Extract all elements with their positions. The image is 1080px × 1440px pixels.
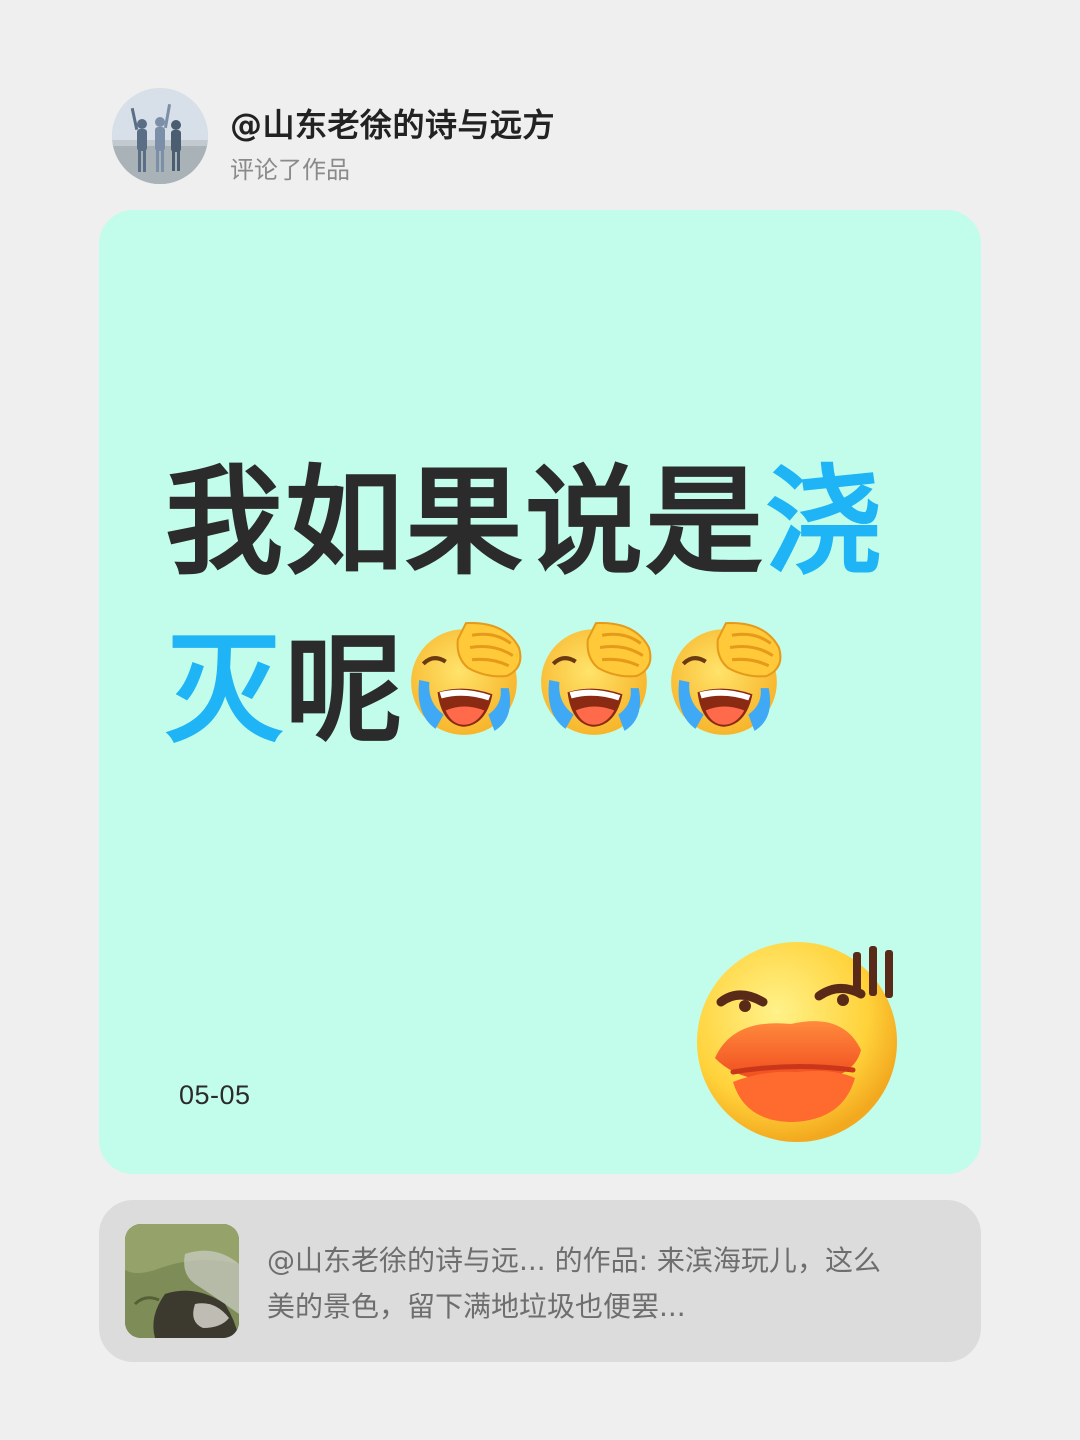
comment-highlight-word: 灭	[165, 621, 286, 759]
comment-text-part: 我如果说是	[165, 453, 766, 591]
grass-smoke-thumbnail-icon	[125, 1224, 239, 1338]
comment-text-part: 呢	[285, 621, 406, 759]
facepalm-laughing-crying-icon	[665, 617, 787, 739]
referenced-post-line-2: 美的景色，留下满地垃圾也便罢...	[267, 1290, 686, 1323]
avatar[interactable]	[112, 88, 208, 184]
comment-line-2: 灭呢	[165, 606, 925, 774]
comment-line-1: 我如果说是浇	[165, 438, 925, 606]
comment-action-text: 评论了作品	[230, 156, 350, 184]
comment-author[interactable]: @山东老徐的诗与远方	[230, 100, 555, 146]
comment-text: 我如果说是浇 灭呢	[165, 438, 925, 774]
avatar-photo-icon	[112, 88, 208, 184]
duck-lips-sweat-icon	[693, 932, 913, 1142]
referenced-post-summary: @山东老徐的诗与远... 的作品: 来滨海玩儿，这么 美的景色，留下满地垃圾也便…	[267, 1238, 947, 1330]
facepalm-laughing-crying-icon	[535, 617, 657, 739]
comment-highlight-word: 浇	[765, 453, 886, 591]
facepalm-laughing-crying-icon	[405, 617, 527, 739]
comment-header: @山东老徐的诗与远方 评论了作品	[112, 88, 972, 188]
referenced-post-line-1: @山东老徐的诗与远... 的作品: 来滨海玩儿，这么	[267, 1244, 881, 1277]
comment-date: 05-05	[179, 1080, 251, 1110]
comment-card: 我如果说是浇 灭呢 05-05	[99, 210, 981, 1174]
referenced-post[interactable]: @山东老徐的诗与远... 的作品: 来滨海玩儿，这么 美的景色，留下满地垃圾也便…	[99, 1200, 981, 1362]
